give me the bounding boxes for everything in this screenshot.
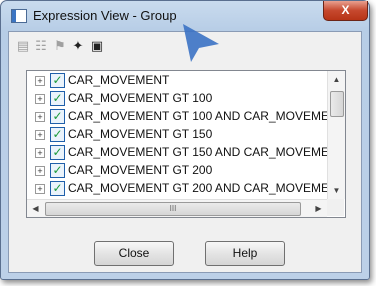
- app-icon: [11, 9, 27, 23]
- row-checkbox[interactable]: ✓: [50, 145, 65, 160]
- filter-icon[interactable]: ⚑: [52, 38, 68, 54]
- row-label: CAR_MOVEMENT GT 150 AND CAR_MOVEME: [68, 145, 327, 159]
- hierarchy-icon[interactable]: ☷: [33, 38, 49, 54]
- expand-icon[interactable]: +: [35, 148, 45, 158]
- row-label: CAR_MOVEMENT GT 100 AND CAR_MOVEME: [68, 109, 327, 123]
- scroll-right-icon[interactable]: ▶: [310, 200, 327, 217]
- expression-tree[interactable]: + ✓ CAR_MOVEMENT + ✓ CAR_MOVEMENT GT 100 + ✓ CAR…: [26, 70, 346, 218]
- expand-icon[interactable]: +: [35, 94, 45, 104]
- network-icon[interactable]: ✦: [70, 38, 86, 54]
- window-close-button[interactable]: X: [323, 1, 368, 21]
- copy-icon[interactable]: ▣: [89, 38, 105, 54]
- tree-row[interactable]: + ✓ CAR_MOVEMENT GT 100 AND CAR_MOVEME: [27, 107, 327, 125]
- expand-icon[interactable]: +: [35, 76, 45, 86]
- row-label: CAR_MOVEMENT: [68, 73, 170, 87]
- expand-icon[interactable]: +: [35, 130, 45, 140]
- expand-icon[interactable]: +: [35, 184, 45, 194]
- tree-rows: + ✓ CAR_MOVEMENT + ✓ CAR_MOVEMENT GT 100 + ✓ CAR…: [27, 71, 327, 199]
- row-label: CAR_MOVEMENT GT 150: [68, 127, 213, 141]
- tree-row[interactable]: + ✓ CAR_MOVEMENT GT 200: [27, 161, 327, 179]
- properties-icon[interactable]: ▤: [15, 38, 31, 54]
- vertical-scrollbar[interactable]: ▲ ▼: [327, 71, 345, 199]
- tree-row[interactable]: + ✓ CAR_MOVEMENT GT 150: [27, 125, 327, 143]
- horizontal-scrollbar[interactable]: ◀ III ▶: [27, 199, 327, 217]
- tree-row[interactable]: + ✓ CAR_MOVEMENT GT 200 AND CAR_MOVEME: [27, 179, 327, 197]
- tree-row[interactable]: + ✓ CAR_MOVEMENT: [27, 71, 327, 89]
- row-checkbox[interactable]: ✓: [50, 91, 65, 106]
- window-title: Expression View - Group: [33, 8, 177, 23]
- row-checkbox[interactable]: ✓: [50, 181, 65, 196]
- help-button[interactable]: Help: [205, 241, 285, 266]
- expand-icon[interactable]: +: [35, 166, 45, 176]
- scroll-corner: [327, 199, 344, 216]
- row-checkbox[interactable]: ✓: [50, 163, 65, 178]
- row-checkbox[interactable]: ✓: [50, 73, 65, 88]
- vertical-scroll-thumb[interactable]: [330, 91, 344, 117]
- row-checkbox[interactable]: ✓: [50, 109, 65, 124]
- tree-row[interactable]: + ✓ CAR_MOVEMENT GT 150 AND CAR_MOVEME: [27, 143, 327, 161]
- close-button[interactable]: Close: [94, 241, 174, 266]
- row-label: CAR_MOVEMENT GT 200: [68, 163, 213, 177]
- horizontal-scroll-thumb[interactable]: III: [45, 202, 301, 216]
- expand-icon[interactable]: +: [35, 112, 45, 122]
- scroll-up-icon[interactable]: ▲: [328, 71, 345, 88]
- scroll-left-icon[interactable]: ◀: [27, 200, 44, 217]
- tree-row[interactable]: + ✓ CAR_MOVEMENT GT 100: [27, 89, 327, 107]
- mouse-pointer-icon: [183, 24, 219, 62]
- row-label: CAR_MOVEMENT GT 200 AND CAR_MOVEME: [68, 181, 327, 195]
- dialog-client-area: ▤ ☷ ⚑ ✦ ▣ + ✓ CAR_MOVEMENT + ✓ CAR_MOVEMENT G…: [8, 31, 362, 273]
- row-label: CAR_MOVEMENT GT 100: [68, 91, 213, 105]
- row-checkbox[interactable]: ✓: [50, 127, 65, 142]
- scroll-down-icon[interactable]: ▼: [328, 182, 345, 199]
